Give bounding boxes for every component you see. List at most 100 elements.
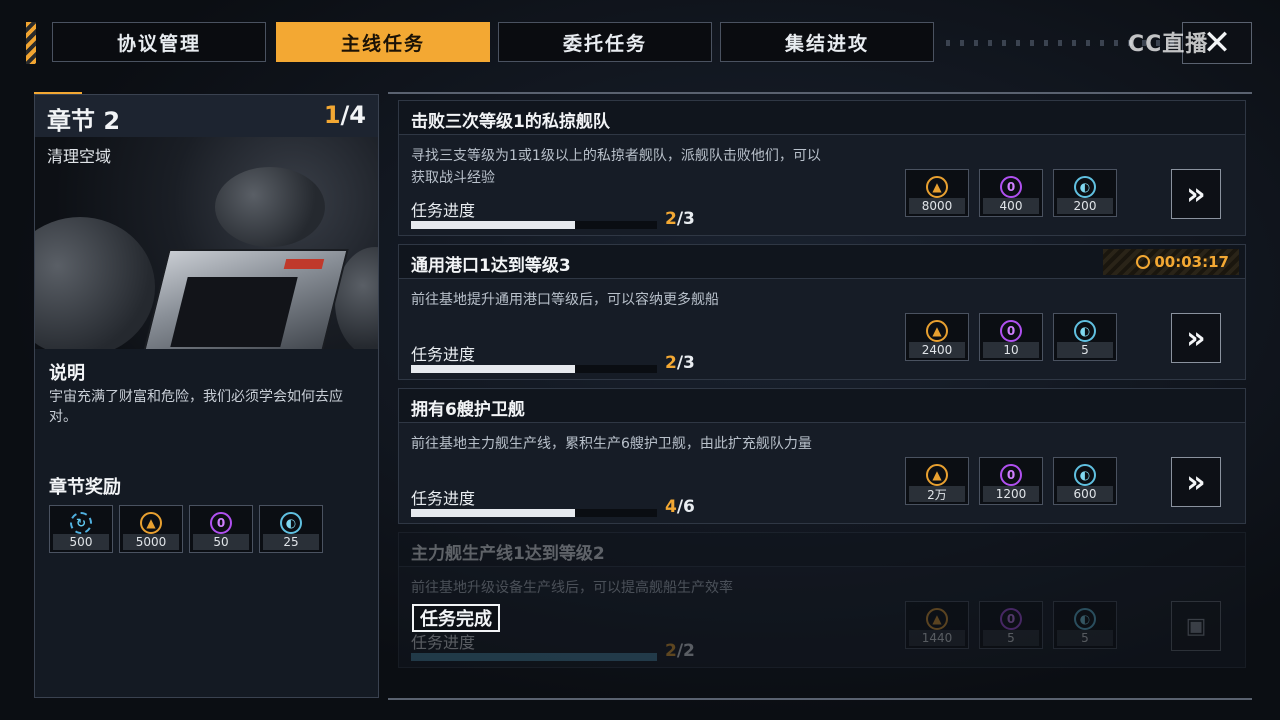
- space-station: [141, 249, 349, 349]
- task-progress-label: 任务进度: [411, 489, 476, 508]
- task-progress-label: 任务进度: [411, 345, 476, 364]
- reward-value: 1440: [909, 630, 965, 646]
- stream-watermark: CC直播: [1128, 32, 1209, 57]
- progress-total: /2: [676, 641, 695, 661]
- ore-icon: ▲: [926, 320, 948, 342]
- task-header: 通用港口1达到等级3 00:03:17: [399, 245, 1245, 279]
- progress-current: 2: [665, 353, 677, 373]
- progress-total: /6: [676, 497, 695, 517]
- task-title: 通用港口1达到等级3: [411, 256, 571, 276]
- crystal-icon: ◐: [1074, 608, 1096, 630]
- task-progress-fill: [411, 221, 576, 229]
- reward-slot[interactable]: ◐ 600: [1053, 457, 1117, 505]
- reward-slot[interactable]: ▲ 2万: [905, 457, 969, 505]
- task-header: 击败三次等级1的私掠舰队: [399, 101, 1245, 135]
- chapter-header: 章节 2 1/4: [35, 95, 378, 137]
- reward-slot[interactable]: ◐ 25: [259, 505, 323, 553]
- tab-protocol-management[interactable]: 协议管理: [52, 22, 266, 62]
- gem-icon: 0: [1000, 464, 1022, 486]
- task-title: 主力舰生产线1达到等级2: [411, 544, 605, 564]
- chapter-artwork: [35, 137, 378, 349]
- task-header: 拥有6艘护卫舰: [399, 389, 1245, 423]
- task-card-completed: 主力舰生产线1达到等级2 前往基地升级设备生产线后，可以提高舰船生产效率 任务进…: [398, 532, 1246, 668]
- reward-value: 1200: [983, 486, 1039, 502]
- task-progress-bar: [411, 221, 657, 229]
- reward-value: 50: [193, 534, 249, 550]
- progress-total: /3: [676, 209, 695, 229]
- reward-slot[interactable]: ▲ 2400: [905, 313, 969, 361]
- reward-slot[interactable]: 0 50: [189, 505, 253, 553]
- clock-icon: [1136, 255, 1151, 269]
- gem-icon: 0: [1000, 320, 1022, 342]
- tab-commission-quests[interactable]: 委托任务: [498, 22, 712, 62]
- task-description: 前往基地主力舰生产线，累积生产6艘护卫舰，由此扩充舰队力量: [411, 436, 812, 452]
- ore-icon: ▲: [926, 176, 948, 198]
- tab-main-quests[interactable]: 主线任务: [276, 22, 490, 62]
- progress-total: /3: [676, 353, 695, 373]
- station-marking: [283, 259, 325, 269]
- top-tab-bar: 协议管理 主线任务 委托任务 集结进攻 ✕ CC直播: [0, 0, 1280, 80]
- ore-icon: ▲: [140, 512, 162, 534]
- gem-icon: 0: [1000, 176, 1022, 198]
- ore-icon: ▲: [926, 608, 948, 630]
- chapter-description: 宇宙充满了财富和危险，我们必须学会如何去应对。: [49, 389, 343, 425]
- reward-value: 10: [983, 342, 1039, 358]
- reward-slot[interactable]: 0 10: [979, 313, 1043, 361]
- reward-slot: ◐ 5: [1053, 601, 1117, 649]
- task-progress-label: 任务进度: [411, 633, 476, 652]
- double-chevron-icon: »: [1186, 176, 1206, 212]
- double-chevron-icon: »: [1186, 320, 1206, 356]
- reward-slot[interactable]: ◐ 200: [1053, 169, 1117, 217]
- double-chevron-icon: »: [1186, 464, 1206, 500]
- gem-icon: 0: [210, 512, 232, 534]
- ore-icon: ▲: [926, 464, 948, 486]
- go-button[interactable]: »: [1171, 313, 1221, 363]
- gem-icon: 0: [1000, 608, 1022, 630]
- task-progress-bar: [411, 365, 657, 373]
- timer-value: 00:03:17: [1154, 253, 1229, 271]
- task-title: 击败三次等级1的私掠舰队: [411, 112, 610, 132]
- task-rewards: ▲ 1440 0 5 ◐ 5: [905, 601, 1117, 649]
- chapter-progress-total: /4: [340, 101, 366, 129]
- task-card: 通用港口1达到等级3 00:03:17 前往基地提升通用港口等级后，可以容纳更多…: [398, 244, 1246, 380]
- chapter-subtitle: 清理空域: [47, 147, 112, 166]
- reward-slot[interactable]: 0 400: [979, 169, 1043, 217]
- reward-value: 5: [1057, 342, 1113, 358]
- asteroid-top: [215, 167, 325, 247]
- reward-value: 400: [983, 198, 1039, 214]
- task-completed-stamp: 任务完成: [412, 604, 500, 632]
- task-progress-bar: [411, 653, 657, 661]
- reward-slot[interactable]: ↻ 500: [49, 505, 113, 553]
- crystal-icon: ◐: [1074, 464, 1096, 486]
- progress-current: 4: [665, 497, 677, 517]
- task-rewards: ▲ 8000 0 400 ◐ 200: [905, 169, 1117, 217]
- reward-value: 2万: [909, 486, 965, 502]
- go-button[interactable]: »: [1171, 457, 1221, 507]
- task-progress-bar: [411, 509, 657, 517]
- reward-value: 5: [1057, 630, 1113, 646]
- reward-slot[interactable]: ▲ 5000: [119, 505, 183, 553]
- task-card: 拥有6艘护卫舰 前往基地主力舰生产线，累积生产6艘护卫舰，由此扩充舰队力量 任务…: [398, 388, 1246, 524]
- task-description: 前往基地升级设备生产线后，可以提高舰船生产效率: [411, 580, 733, 596]
- asteroid-left: [35, 217, 155, 349]
- go-button[interactable]: »: [1171, 169, 1221, 219]
- reward-value: 2400: [909, 342, 965, 358]
- cycle-icon: ↻: [70, 512, 92, 534]
- task-title: 拥有6艘护卫舰: [411, 400, 525, 420]
- task-rewards: ▲ 2400 0 10 ◐ 5: [905, 313, 1117, 361]
- reward-slot[interactable]: 0 1200: [979, 457, 1043, 505]
- reward-slot: ▲ 1440: [905, 601, 969, 649]
- crystal-icon: ◐: [1074, 320, 1096, 342]
- reward-slot[interactable]: ▲ 8000: [905, 169, 969, 217]
- reward-slot[interactable]: ◐ 5: [1053, 313, 1117, 361]
- station-hangar: [170, 277, 298, 347]
- task-progress-fill: [411, 365, 576, 373]
- task-progress-fill: [411, 509, 576, 517]
- description-heading: 说明: [49, 363, 85, 384]
- progress-current: 2: [665, 641, 677, 661]
- task-progress-value: 2/3: [665, 209, 695, 229]
- tab-rally-attack[interactable]: 集结进攻: [720, 22, 934, 62]
- task-description: 寻找三支等级为1或1级以上的私掠者舰队，派舰队击败他们，可以获取战斗经验: [411, 148, 821, 186]
- task-progress-value: 2/2: [665, 641, 695, 661]
- task-progress-value: 2/3: [665, 353, 695, 373]
